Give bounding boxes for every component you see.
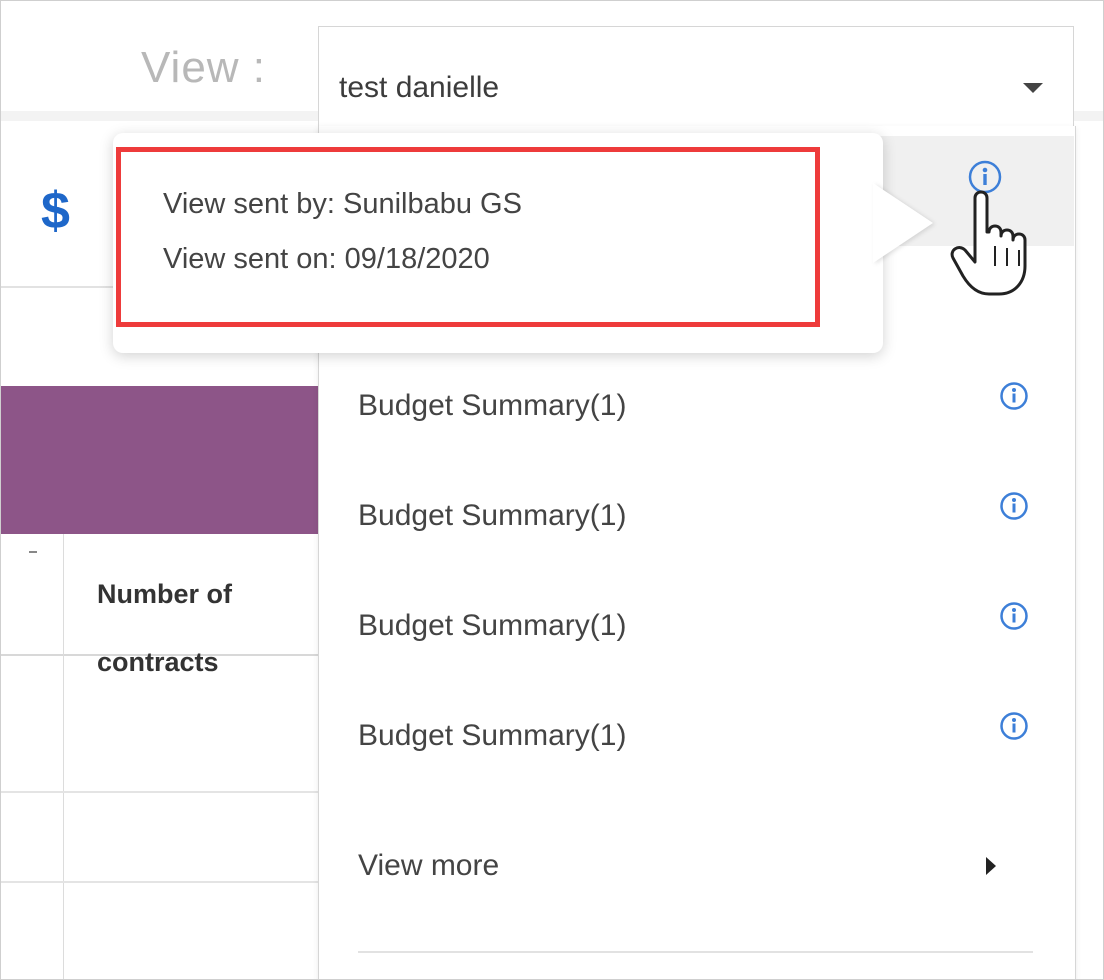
screenshot-frame: $ Number of contracts View : test daniel… <box>0 0 1104 980</box>
view-more-label: View more <box>358 849 500 882</box>
chevron-down-icon <box>1023 83 1043 93</box>
view-label: View : <box>141 43 267 92</box>
view-sent-by: View sent by: Sunilbabu GS <box>163 188 522 220</box>
menu-item-budget-summary[interactable]: Budget Summary(1) <box>318 471 1074 581</box>
menu-item-view-more[interactable]: View more <box>318 821 1074 931</box>
view-info-tooltip: View sent by: Sunilbabu GS View sent on:… <box>113 133 933 353</box>
menu-item-label: Budget Summary(1) <box>358 389 627 422</box>
chevron-right-icon <box>986 857 996 875</box>
column-header-line-1: Number of <box>97 579 232 609</box>
tooltip-arrow <box>873 183 933 263</box>
menu-item-label: Budget Summary(1) <box>358 499 627 532</box>
menu-item-label: Budget Summary(1) <box>358 609 627 642</box>
info-icon[interactable] <box>999 711 1029 741</box>
menu-item-budget-summary[interactable]: Budget Summary(1) <box>318 361 1074 471</box>
menu-item-budget-summary[interactable]: Budget Summary(1) <box>318 581 1074 691</box>
table-header-band <box>1 386 321 534</box>
info-icon[interactable] <box>999 491 1029 521</box>
currency-icon[interactable]: $ <box>41 181 70 241</box>
menu-divider <box>358 951 1033 953</box>
hand-cursor-icon <box>950 190 1027 296</box>
column-divider <box>63 534 64 979</box>
column-header-line-2: contracts <box>97 647 219 677</box>
view-sent-on: View sent on: 09/18/2020 <box>163 243 490 275</box>
menu-item-budget-summary[interactable]: Budget Summary(1) <box>318 691 1074 801</box>
column-marker <box>29 551 37 553</box>
info-icon[interactable] <box>999 601 1029 631</box>
table-row-divider <box>1 881 321 883</box>
view-select[interactable]: test danielle <box>318 26 1074 126</box>
info-icon[interactable] <box>999 381 1029 411</box>
column-header-number-of-contracts[interactable]: Number of contracts <box>97 543 327 713</box>
menu-item-label: Budget Summary(1) <box>358 719 627 752</box>
highlight-box <box>116 147 820 327</box>
table-row-divider <box>1 791 321 793</box>
view-select-value: test danielle <box>339 71 500 104</box>
